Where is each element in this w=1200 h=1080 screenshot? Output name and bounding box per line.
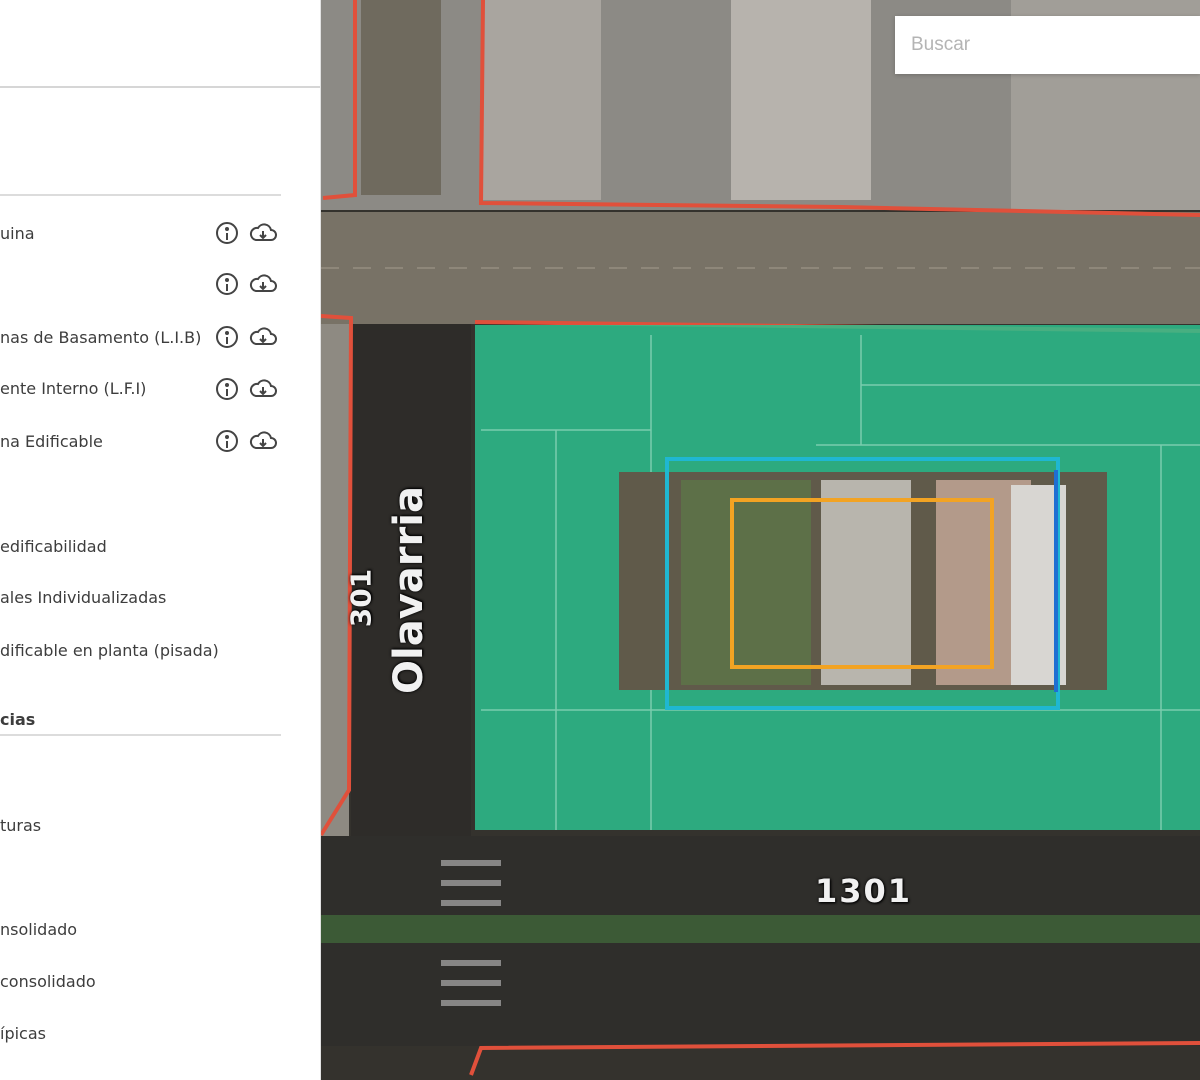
edificability-item-label[interactable]: dificable en planta (pisada) <box>0 641 219 661</box>
references-section-title: cias <box>0 710 36 729</box>
house-number-1301: 1301 <box>815 872 913 910</box>
layer-item-label[interactable]: nas de Basamento (L.I.B) <box>0 328 201 348</box>
section-divider <box>0 194 281 196</box>
layer-item-label[interactable]: uina <box>0 224 35 244</box>
layer-item-actions <box>216 376 282 402</box>
map-view[interactable]: Olavarria 301 1301 <box>321 0 1200 1080</box>
house-number-301: 301 <box>344 568 378 628</box>
cloud-download-icon[interactable] <box>248 222 278 244</box>
aerial-imagery <box>321 0 1200 1080</box>
reference-item-label[interactable]: consolidado <box>0 972 96 992</box>
layer-item-actions <box>216 428 282 454</box>
edificability-item-label[interactable]: ales Individualizadas <box>0 588 166 608</box>
cloud-download-icon[interactable] <box>248 378 278 400</box>
cloud-download-icon[interactable] <box>248 430 278 452</box>
cloud-download-icon[interactable] <box>248 273 278 295</box>
panel-header <box>0 0 320 88</box>
edificability-item-label[interactable]: edificabilidad <box>0 537 107 557</box>
section-divider <box>0 734 281 736</box>
layer-item-actions <box>216 271 282 297</box>
layer-item-label[interactable]: ente Interno (L.F.I) <box>0 379 146 399</box>
info-icon[interactable] <box>216 222 238 244</box>
layers-panel: uina nas de Basamento (L.I.B) ente Inter… <box>0 0 321 1080</box>
info-icon[interactable] <box>216 326 238 348</box>
info-icon[interactable] <box>216 273 238 295</box>
street-label-olavarria: Olavarria <box>386 486 432 694</box>
cloud-download-icon[interactable] <box>248 326 278 348</box>
info-icon[interactable] <box>216 430 238 452</box>
layer-item-label[interactable]: na Edificable <box>0 432 103 452</box>
search-input[interactable] <box>895 16 1200 74</box>
reference-item-label[interactable]: ípicas <box>0 1024 46 1044</box>
info-icon[interactable] <box>216 378 238 400</box>
reference-item-label[interactable]: nsolidado <box>0 920 77 940</box>
layer-item-actions <box>216 324 282 350</box>
reference-item-label[interactable]: turas <box>0 816 41 836</box>
layer-item-actions <box>216 220 282 246</box>
